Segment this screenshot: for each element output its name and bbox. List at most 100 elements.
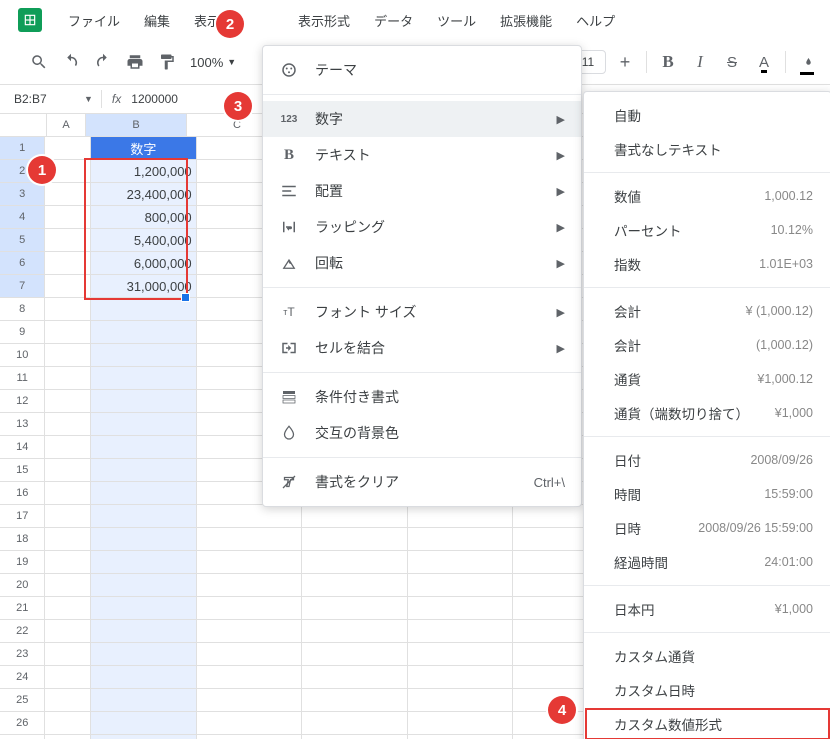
cell-B12[interactable]	[91, 390, 197, 412]
cell-C26[interactable]	[197, 712, 303, 734]
fmt-number[interactable]: 数値1,000.12	[584, 179, 830, 213]
cell-B1[interactable]: 数字	[91, 137, 197, 159]
fill-color-button[interactable]	[792, 47, 822, 77]
cell-C23[interactable]	[197, 643, 303, 665]
row-head-15[interactable]: 15	[0, 459, 45, 481]
cell-B18[interactable]	[91, 528, 197, 550]
row-head-22[interactable]: 22	[0, 620, 45, 642]
fmt-currency[interactable]: 通貨¥1,000.12	[584, 362, 830, 396]
cell-A19[interactable]	[45, 551, 91, 573]
cell-E22[interactable]	[408, 620, 514, 642]
undo-icon[interactable]	[56, 47, 86, 77]
cell-A22[interactable]	[45, 620, 91, 642]
menu-align[interactable]: 配置 ▶	[263, 173, 581, 209]
row-head-7[interactable]: 7	[0, 275, 45, 297]
menu-file[interactable]: ファイル	[58, 5, 130, 36]
strikethrough-button[interactable]: S	[717, 47, 747, 77]
cell-B8[interactable]	[91, 298, 197, 320]
row-head-6[interactable]: 6	[0, 252, 45, 274]
fmt-custom-number[interactable]: カスタム数値形式	[584, 707, 830, 739]
cell-E18[interactable]	[408, 528, 514, 550]
cell-A4[interactable]	[45, 206, 91, 228]
menu-clear-format[interactable]: 書式をクリア Ctrl+\	[263, 464, 581, 500]
cell-B24[interactable]	[91, 666, 197, 688]
fmt-auto[interactable]: 自動	[584, 98, 830, 132]
fmt-currency-round[interactable]: 通貨（端数切り捨て）¥1,000	[584, 396, 830, 430]
cell-D23[interactable]	[302, 643, 408, 665]
cell-B15[interactable]	[91, 459, 197, 481]
row-head-5[interactable]: 5	[0, 229, 45, 251]
cell-A21[interactable]	[45, 597, 91, 619]
fmt-date[interactable]: 日付2008/09/26	[584, 443, 830, 477]
cell-D21[interactable]	[302, 597, 408, 619]
cell-D20[interactable]	[302, 574, 408, 596]
cell-A20[interactable]	[45, 574, 91, 596]
cell-A16[interactable]	[45, 482, 91, 504]
menu-help[interactable]: ヘルプ	[566, 5, 625, 36]
cell-E26[interactable]	[408, 712, 514, 734]
menu-text[interactable]: B テキスト ▶	[263, 137, 581, 173]
fmt-yen[interactable]: 日本円¥1,000	[584, 592, 830, 626]
menu-altcolors[interactable]: 交互の背景色	[263, 415, 581, 451]
fmt-custom-datetime[interactable]: カスタム日時	[584, 673, 830, 707]
bold-button[interactable]: B	[653, 47, 683, 77]
cell-B16[interactable]	[91, 482, 197, 504]
paint-format-icon[interactable]	[152, 47, 182, 77]
cell-C21[interactable]	[197, 597, 303, 619]
row-head-26[interactable]: 26	[0, 712, 45, 734]
menu-data[interactable]: データ	[364, 5, 423, 36]
cell-B22[interactable]	[91, 620, 197, 642]
cell-E19[interactable]	[408, 551, 514, 573]
cell-A17[interactable]	[45, 505, 91, 527]
col-head-A[interactable]: A	[47, 114, 86, 136]
redo-icon[interactable]	[88, 47, 118, 77]
row-head-11[interactable]: 11	[0, 367, 45, 389]
cell-B6[interactable]: 6,000,000	[91, 252, 197, 274]
row-head-12[interactable]: 12	[0, 390, 45, 412]
row-head-14[interactable]: 14	[0, 436, 45, 458]
row-head-4[interactable]: 4	[0, 206, 45, 228]
cell-A15[interactable]	[45, 459, 91, 481]
cell-B21[interactable]	[91, 597, 197, 619]
cell-B3[interactable]: 23,400,000	[91, 183, 197, 205]
cell-D27[interactable]	[302, 735, 408, 739]
cell-A24[interactable]	[45, 666, 91, 688]
cell-A7[interactable]	[45, 275, 91, 297]
italic-button[interactable]: I	[685, 47, 715, 77]
menu-merge[interactable]: セルを結合 ▶	[263, 330, 581, 366]
search-icon[interactable]	[24, 47, 54, 77]
cell-B7[interactable]: 31,000,000	[91, 275, 197, 297]
cell-B25[interactable]	[91, 689, 197, 711]
fmt-time[interactable]: 時間15:59:00	[584, 477, 830, 511]
cell-E25[interactable]	[408, 689, 514, 711]
cell-E23[interactable]	[408, 643, 514, 665]
fmt-duration[interactable]: 経過時間24:01:00	[584, 545, 830, 579]
col-head-B[interactable]: B	[86, 114, 187, 136]
menu-tools[interactable]: ツール	[427, 5, 486, 36]
cell-A11[interactable]	[45, 367, 91, 389]
fmt-percent[interactable]: パーセント10.12%	[584, 213, 830, 247]
row-head-8[interactable]: 8	[0, 298, 45, 320]
menu-number[interactable]: 123 数字 ▶	[263, 101, 581, 137]
cell-A12[interactable]	[45, 390, 91, 412]
cell-E21[interactable]	[408, 597, 514, 619]
menu-wrap[interactable]: ラッピング ▶	[263, 209, 581, 245]
zoom-select[interactable]: 100%▼	[184, 55, 242, 70]
cell-A14[interactable]	[45, 436, 91, 458]
cell-C22[interactable]	[197, 620, 303, 642]
cell-A9[interactable]	[45, 321, 91, 343]
cell-A25[interactable]	[45, 689, 91, 711]
menu-theme[interactable]: テーマ	[263, 52, 581, 88]
row-head-21[interactable]: 21	[0, 597, 45, 619]
menu-extensions[interactable]: 拡張機能	[490, 5, 562, 36]
cell-A6[interactable]	[45, 252, 91, 274]
cell-B13[interactable]	[91, 413, 197, 435]
cell-C18[interactable]	[197, 528, 303, 550]
chevron-down-icon[interactable]: ▼	[84, 94, 93, 104]
cell-A27[interactable]	[45, 735, 91, 739]
cell-A23[interactable]	[45, 643, 91, 665]
cell-A8[interactable]	[45, 298, 91, 320]
cell-D19[interactable]	[302, 551, 408, 573]
font-size-plus[interactable]: +	[610, 47, 640, 77]
row-head-23[interactable]: 23	[0, 643, 45, 665]
